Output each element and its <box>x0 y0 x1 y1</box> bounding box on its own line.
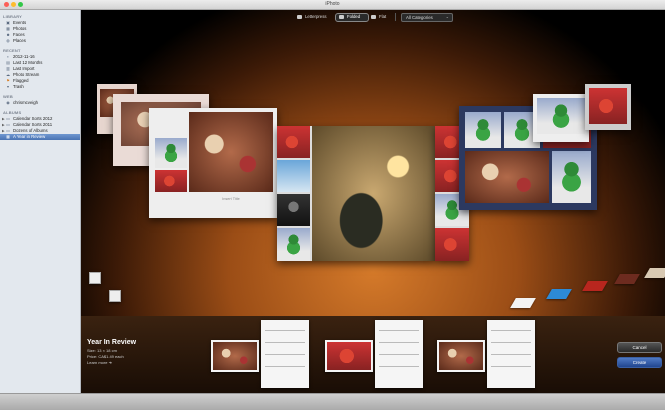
card-photo <box>213 342 257 370</box>
card-photo <box>465 151 549 203</box>
card-style-toolbar: Letterpress Folded Flat All Categories ⌄ <box>81 12 665 22</box>
theme-carousel[interactable]: Letterpress Folded Flat All Categories ⌄… <box>81 10 665 316</box>
color-swatch-red[interactable] <box>582 281 608 291</box>
card-photo <box>537 98 585 134</box>
card-size: Size: 13 × 18 cm <box>87 348 117 353</box>
import-icon: ▥ <box>6 66 10 71</box>
card-photo <box>465 112 501 148</box>
card-photo <box>439 342 483 370</box>
mini-card-icon <box>109 290 121 302</box>
card-photo <box>277 160 310 192</box>
theme-info-panel: Year In Review Size: 13 × 18 cm Price: C… <box>81 316 665 393</box>
theme-card-far-right[interactable] <box>585 84 631 130</box>
card-photo <box>277 194 310 226</box>
card-price: Price: CA$1.49 each <box>87 354 124 359</box>
title-bar: iPhoto <box>0 0 665 10</box>
flat-icon <box>371 14 376 19</box>
folder-icon: ▭ <box>6 122 10 127</box>
arrow-right-icon: ➜ <box>108 360 112 365</box>
layout-thumbnail-inside <box>487 320 535 388</box>
faces-icon: ☻ <box>6 32 11 37</box>
layout-thumbnail-front <box>211 340 259 372</box>
layout-thumbnail-front <box>437 340 485 372</box>
theme-card-right-2[interactable] <box>533 94 589 142</box>
layout-thumbnail-1[interactable] <box>211 320 311 388</box>
card-photo <box>277 228 310 261</box>
events-icon: ▣ <box>6 20 10 25</box>
create-button[interactable]: Create <box>617 357 662 368</box>
cancel-button[interactable]: Cancel <box>617 342 662 353</box>
sidebar-section-recent: RECENT <box>3 48 21 53</box>
card-photo <box>155 138 187 168</box>
layout-thumbnail-inside <box>375 320 423 388</box>
flag-icon: ⚑ <box>6 78 10 83</box>
calendar-icon: ▤ <box>6 60 10 65</box>
sidebar-item-trash[interactable]: ▾ Trash <box>0 84 80 90</box>
trash-icon: ▾ <box>6 84 9 89</box>
web-icon: ◉ <box>6 100 10 105</box>
folded-option[interactable]: Folded <box>339 14 360 19</box>
letterpress-icon <box>297 14 302 19</box>
flat-option[interactable]: Flat <box>371 14 386 19</box>
theme-card-center[interactable] <box>277 126 435 261</box>
card-main-photo <box>312 126 435 261</box>
sidebar-section-library: LIBRARY <box>3 14 23 19</box>
sidebar-item-places[interactable]: ◍ Places <box>0 38 80 44</box>
sidebar-section-web: WEB <box>3 94 13 99</box>
places-icon: ◍ <box>6 38 10 43</box>
card-photo <box>552 151 591 203</box>
sidebar-item-chrismcveigh[interactable]: ◉ chrismcveigh <box>0 100 80 106</box>
card-photo <box>189 112 273 192</box>
folder-icon: ▭ <box>6 116 10 121</box>
layout-thumbnail-2[interactable] <box>325 320 425 388</box>
layout-thumbnail-3[interactable] <box>437 320 537 388</box>
photos-icon: ▦ <box>6 26 10 31</box>
color-swatch-brown[interactable] <box>614 274 640 284</box>
category-dropdown[interactable]: All Categories ⌄ <box>401 13 453 22</box>
color-swatch-white[interactable] <box>510 298 536 308</box>
theme-title: Year In Review <box>87 339 137 346</box>
card-photo <box>589 88 627 124</box>
theme-card-left[interactable]: Insert Title <box>149 108 277 218</box>
layout-thumbnail-inside <box>261 320 309 388</box>
layout-thumbnail-front <box>325 340 373 372</box>
card-photo <box>155 170 187 192</box>
color-swatch-tan[interactable] <box>644 268 665 278</box>
photostream-icon: ☁ <box>6 72 10 77</box>
window-title: iPhoto <box>325 1 340 7</box>
card-photo <box>277 126 310 158</box>
sidebar-item-a-year-in-review[interactable]: ▦ A Year in Review <box>0 134 80 140</box>
mini-card-icon <box>89 272 101 284</box>
toolbar-separator <box>395 13 396 21</box>
learn-more-link[interactable]: Learn more ➜ <box>87 360 112 365</box>
folder-icon: ▭ <box>6 128 10 133</box>
folded-icon <box>339 14 344 19</box>
color-swatch-blue[interactable] <box>546 289 572 299</box>
chevron-down-icon: ⌄ <box>445 14 449 19</box>
sidebar-section-albums: ALBUMS <box>3 110 22 115</box>
event-icon: ▪ <box>7 54 9 59</box>
card-title-placeholder: Insert Title <box>222 197 240 201</box>
album-icon: ▦ <box>6 134 10 139</box>
sidebar: LIBRARY ▣ Events ▦ Photos ☻ Faces ◍ Places R… <box>0 10 81 393</box>
bottom-toolbar <box>0 393 665 410</box>
card-photo <box>435 228 469 261</box>
letterpress-option[interactable]: Letterpress <box>297 14 327 19</box>
card-photo <box>327 342 371 370</box>
